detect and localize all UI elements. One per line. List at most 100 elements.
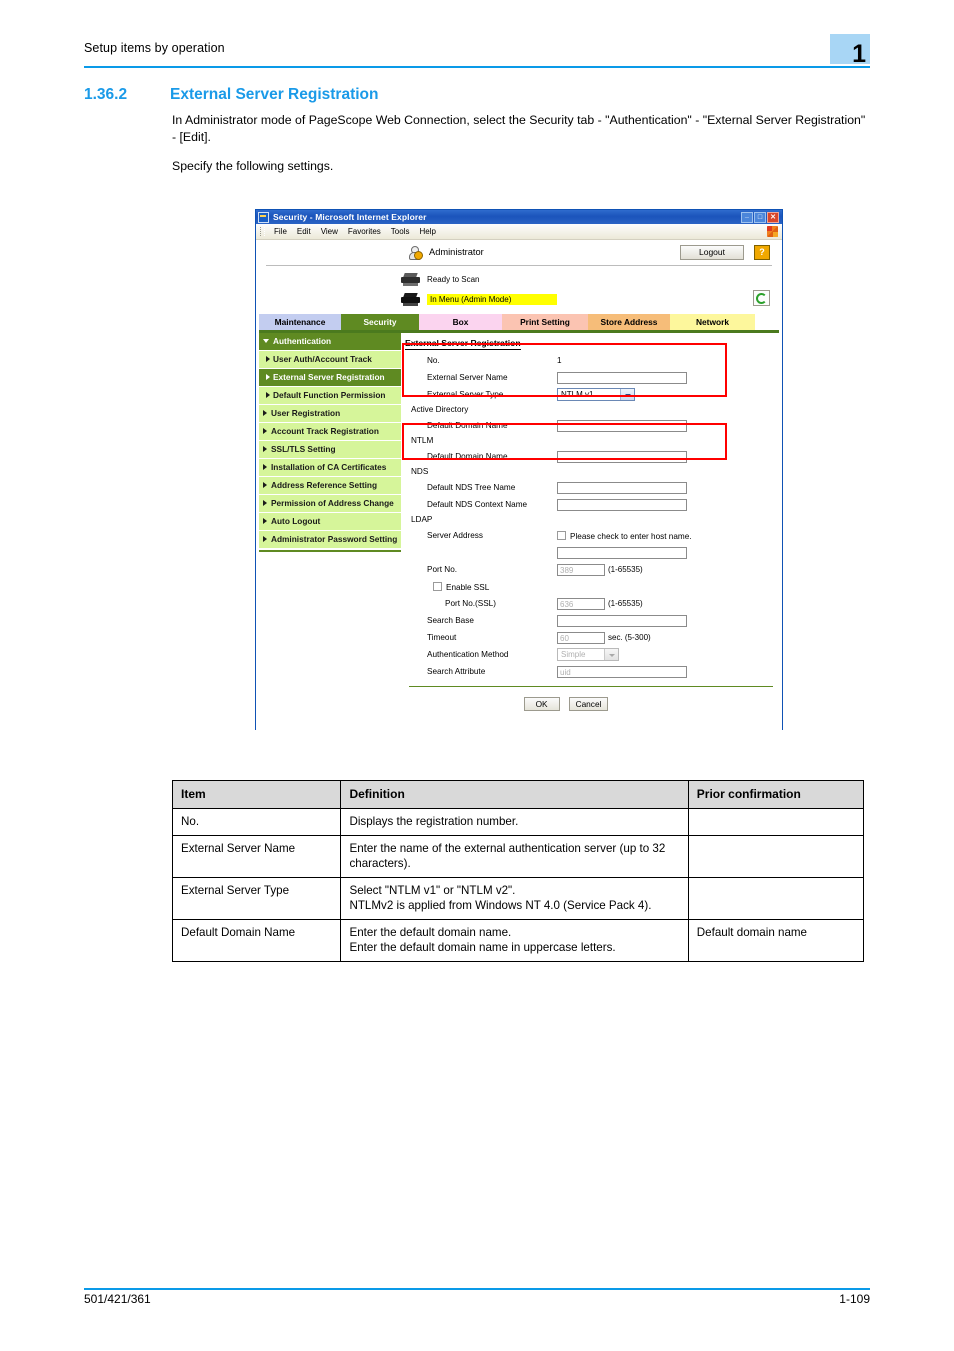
maximize-button[interactable]: □	[754, 211, 766, 223]
menu-item-help[interactable]: Help	[414, 227, 440, 236]
chevron-right-icon	[263, 428, 267, 434]
host-name-checkbox[interactable]	[557, 530, 566, 540]
chevron-down-icon	[263, 339, 269, 343]
sidebar-item-auto-logout[interactable]: Auto Logout	[259, 513, 401, 531]
search-attribute-input[interactable]: uid	[557, 665, 687, 678]
search-base-input[interactable]	[557, 614, 687, 627]
sidebar-item-address-reference-setting[interactable]: Address Reference Setting	[259, 477, 401, 495]
tab-box[interactable]: Box	[419, 314, 502, 330]
ad-default-domain-input[interactable]	[557, 419, 687, 432]
sidebar-item-label: Auto Logout	[271, 516, 321, 526]
status-row-ready: Ready to Scan	[401, 272, 479, 287]
menu-item-tools[interactable]: Tools	[386, 227, 415, 236]
sidebar-item-installation-of-ca-certificates[interactable]: Installation of CA Certificates	[259, 459, 401, 477]
cancel-button[interactable]: Cancel	[568, 697, 609, 711]
sidebar-item-external-server-registration[interactable]: External Server Registration	[259, 369, 401, 387]
chapter-number: 1	[852, 40, 866, 68]
tab-security[interactable]: Security	[341, 314, 419, 330]
sidebar-item-label: User Registration	[271, 408, 341, 418]
page-title: External Server Registration	[170, 86, 379, 103]
browser-title: Security - Microsoft Internet Explorer	[273, 212, 427, 222]
port-no-range: (1-65535)	[608, 565, 643, 574]
sidebar-item-label: Administrator Password Setting	[271, 534, 398, 544]
field-row-search-attribute: Search Attribute uid	[405, 663, 779, 680]
form-divider	[409, 686, 773, 687]
group-ntlm: NTLM	[411, 436, 434, 445]
external-server-name-input[interactable]	[557, 371, 687, 384]
logout-button[interactable]: Logout	[680, 245, 744, 260]
sidebar-item-permission-of-address-change[interactable]: Permission of Address Change	[259, 495, 401, 513]
maximize-icon: □	[757, 213, 763, 221]
port-no-input[interactable]: 389	[557, 563, 605, 576]
close-icon: ✕	[770, 213, 776, 221]
table-header-row: Item Definition Prior confirmation	[171, 780, 865, 809]
no-value: 1	[557, 356, 562, 365]
field-row-port-ssl: Port No.(SSL) 636 (1-65535)	[405, 595, 779, 612]
instruction-paragraph: Specify the following settings.	[172, 159, 334, 173]
sidebar-item-authentication[interactable]: Authentication	[259, 333, 401, 351]
sidebar-item-user-registration[interactable]: User Registration	[259, 405, 401, 423]
help-icon: ?	[759, 247, 765, 257]
server-address-input[interactable]	[557, 546, 687, 559]
nds-context-name-input[interactable]	[557, 498, 687, 511]
tab-print-setting[interactable]: Print Setting	[502, 314, 588, 330]
enable-ssl-checkbox[interactable]	[433, 581, 442, 591]
authentication-method-label: Authentication Method	[427, 650, 509, 659]
sidebar-item-default-function-permission[interactable]: Default Function Permission	[259, 387, 401, 405]
admin-bar: Administrator Logout ?	[266, 243, 772, 266]
timeout-input[interactable]: 60	[557, 631, 605, 644]
nds-context-name-label: Default NDS Context Name	[427, 500, 528, 509]
sidebar-item-label: Address Reference Setting	[271, 480, 378, 490]
sidebar-nav: Authentication User Auth/Account Track E…	[259, 333, 401, 552]
menu-item-edit[interactable]: Edit	[292, 227, 316, 236]
running-title: Setup items by operation	[84, 41, 225, 55]
administrator-icon	[409, 246, 423, 260]
menu-item-favorites[interactable]: Favorites	[343, 227, 386, 236]
ntlm-default-domain-input[interactable]	[557, 450, 687, 463]
refresh-button[interactable]	[753, 290, 770, 306]
close-button[interactable]: ✕	[767, 211, 779, 223]
ok-button[interactable]: OK	[523, 697, 560, 711]
specification-table: Item Definition Prior confirmation No. D…	[171, 780, 865, 962]
status-ready-label: Ready to Scan	[427, 275, 480, 284]
footer-page-number: 1-109	[839, 1292, 870, 1306]
tab-network[interactable]: Network	[670, 314, 755, 330]
menu-item-file[interactable]: File	[269, 227, 292, 236]
sidebar-item-account-track-registration[interactable]: Account Track Registration	[259, 423, 401, 441]
nds-tree-name-input[interactable]	[557, 481, 687, 494]
sidebar-item-ssl-tls-setting[interactable]: SSL/TLS Setting	[259, 441, 401, 459]
cell-definition: Enter the name of the external authentic…	[340, 835, 689, 878]
sidebar-item-administrator-password-setting[interactable]: Administrator Password Setting	[259, 531, 401, 549]
page-header: Setup items by operation 1	[84, 34, 870, 68]
port-no-ssl-input[interactable]: 636	[557, 597, 605, 610]
cell-definition: Displays the registration number.	[340, 808, 689, 836]
chevron-right-icon	[263, 464, 267, 470]
help-button[interactable]: ?	[754, 245, 770, 260]
table-row: Default Domain Name Enter the default do…	[171, 919, 865, 962]
field-row-auth-method: Authentication Method Simple	[405, 646, 779, 663]
header-divider	[84, 66, 870, 68]
authentication-method-select[interactable]: Simple	[557, 648, 619, 661]
sidebar-item-user-auth-account-track[interactable]: User Auth/Account Track	[259, 351, 401, 369]
host-name-checkbox-label: Please check to enter host name.	[570, 531, 692, 541]
status-menu-label: In Menu (Admin Mode)	[427, 294, 558, 305]
section-number: 1.36.2	[84, 86, 128, 103]
menu-grip-handle[interactable]	[260, 227, 265, 236]
timeout-label: Timeout	[427, 633, 457, 642]
column-header-definition: Definition	[340, 780, 689, 809]
tab-maintenance[interactable]: Maintenance	[259, 314, 341, 330]
status-row-menu: In Menu (Admin Mode)	[401, 292, 558, 307]
chevron-right-icon	[263, 482, 267, 488]
external-server-type-select[interactable]: NTLM v1	[557, 388, 635, 401]
table-row: No. Displays the registration number.	[171, 808, 865, 836]
menu-item-view[interactable]: View	[316, 227, 343, 236]
browser-window: Security - Microsoft Internet Explorer _…	[255, 209, 783, 730]
window-controls: _ □ ✕	[741, 211, 780, 223]
form-buttons: OK Cancel	[405, 697, 779, 711]
search-base-label: Search Base	[427, 616, 474, 625]
tab-store-address[interactable]: Store Address	[588, 314, 670, 330]
ie-document-icon	[258, 211, 269, 223]
chevron-right-icon	[263, 500, 267, 506]
minimize-button[interactable]: _	[741, 211, 753, 223]
form-heading: External Server Registration	[405, 338, 521, 350]
